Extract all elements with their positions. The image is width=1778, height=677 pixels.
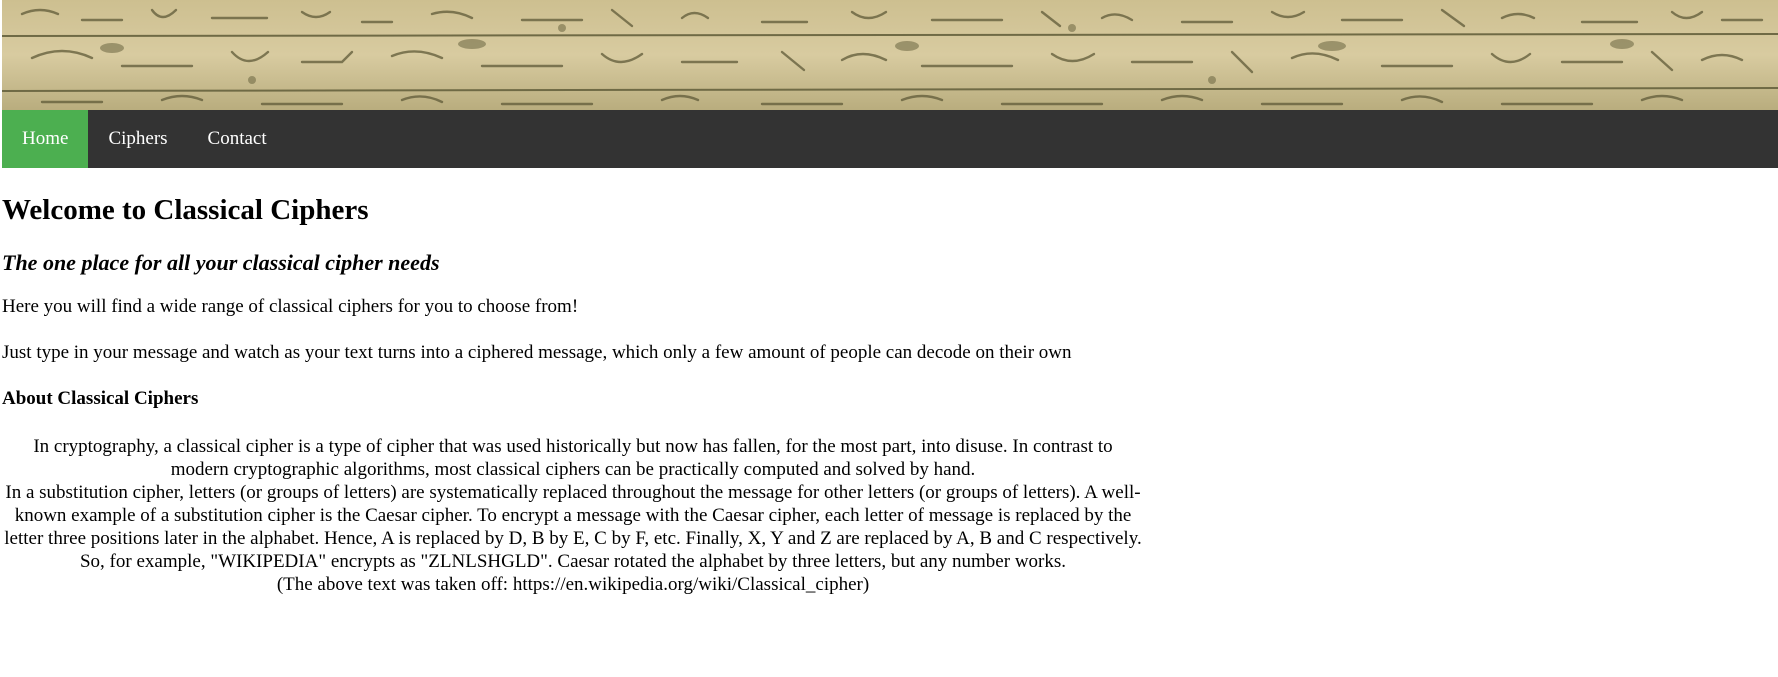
- page-title: Welcome to Classical Ciphers: [2, 194, 369, 226]
- nav-contact-link[interactable]: Contact: [188, 110, 287, 168]
- hieroglyph-banner: [2, 0, 1778, 110]
- hieroglyph-banner-image: [2, 0, 1778, 110]
- about-paragraph-2: In a substitution cipher, letters (or gr…: [4, 482, 1142, 572]
- nav-ciphers-link[interactable]: Ciphers: [88, 110, 187, 168]
- instruction-text: Just type in your message and watch as y…: [2, 342, 1072, 363]
- about-source: (The above text was taken off: https://e…: [276, 574, 870, 595]
- nav-home-link[interactable]: Home: [2, 110, 89, 168]
- page-tagline: The one place for all your classical cip…: [2, 250, 440, 275]
- intro-text: Here you will find a wide range of class…: [2, 296, 579, 317]
- about-section: In cryptography, a classical cipher is a…: [2, 435, 1144, 596]
- main-navigation: Home Ciphers Contact: [2, 110, 1778, 168]
- about-heading: About Classical Ciphers: [2, 388, 199, 409]
- about-paragraph-1: In cryptography, a classical cipher is a…: [33, 436, 1113, 480]
- main-content: Welcome to Classical Ciphers The one pla…: [2, 168, 1144, 596]
